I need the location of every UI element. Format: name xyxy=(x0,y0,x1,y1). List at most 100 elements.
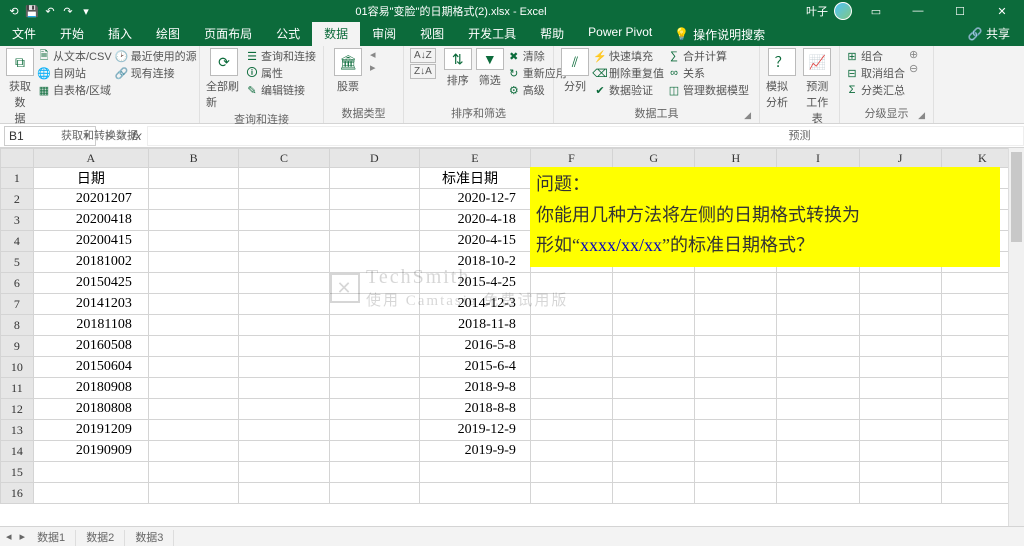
show-detail-icon[interactable]: ⊕ xyxy=(909,48,918,61)
tell-me[interactable]: 💡操作说明搜索 xyxy=(664,22,775,46)
properties[interactable]: 🛈属性 xyxy=(246,65,316,81)
tab-file[interactable]: 文件 xyxy=(0,22,48,46)
whatif-button[interactable]: ？模拟分析 xyxy=(766,48,798,110)
sheet-tab-1[interactable]: 数据2 xyxy=(76,530,125,546)
cell-I10[interactable] xyxy=(777,357,859,378)
cell-E3[interactable]: 2020-4-18 xyxy=(420,210,531,231)
tab-insert[interactable]: 插入 xyxy=(96,22,144,46)
from-text-csv[interactable]: 🗎从文本/CSV xyxy=(38,48,112,64)
cell-B6[interactable] xyxy=(148,273,238,294)
cell-H13[interactable] xyxy=(695,420,777,441)
refresh-all-button[interactable]: ⟳全部刷新 xyxy=(206,48,242,110)
avatar[interactable] xyxy=(834,2,852,20)
cell-I9[interactable] xyxy=(777,336,859,357)
cell-A8[interactable]: 20181108 xyxy=(33,315,148,336)
dialog-launcher-icon[interactable]: ◢ xyxy=(744,110,751,121)
row-header[interactable]: 16 xyxy=(1,483,34,504)
row-header[interactable]: 6 xyxy=(1,273,34,294)
cell-B4[interactable] xyxy=(148,231,238,252)
tab-powerpivot[interactable]: Power Pivot xyxy=(576,22,664,46)
tab-home[interactable]: 开始 xyxy=(48,22,96,46)
cell-A10[interactable]: 20150604 xyxy=(33,357,148,378)
row-header[interactable]: 15 xyxy=(1,462,34,483)
cell-D6[interactable] xyxy=(329,273,419,294)
cell-B3[interactable] xyxy=(148,210,238,231)
select-all-corner[interactable] xyxy=(1,149,34,168)
cell-E15[interactable] xyxy=(420,462,531,483)
cell-A2[interactable]: 20201207 xyxy=(33,189,148,210)
cell-I13[interactable] xyxy=(777,420,859,441)
cell-F11[interactable] xyxy=(530,378,612,399)
col-header-E[interactable]: E xyxy=(420,149,531,168)
cell-H15[interactable] xyxy=(695,462,777,483)
sheet-nav-prev-icon[interactable]: ◂ xyxy=(0,530,18,543)
from-web[interactable]: 🌐自网站 xyxy=(38,65,112,81)
text-to-columns-button[interactable]: ⫽分列 xyxy=(560,48,590,94)
maximize-icon[interactable]: ☐ xyxy=(942,0,978,22)
undo-icon[interactable]: ↶ xyxy=(42,3,58,19)
cell-B1[interactable] xyxy=(148,168,238,189)
sheet-nav-next-icon[interactable]: ▸ xyxy=(18,530,28,543)
flash-fill[interactable]: ⚡快速填充 xyxy=(594,48,664,64)
row-header[interactable]: 5 xyxy=(1,252,34,273)
cell-E9[interactable]: 2016-5-8 xyxy=(420,336,531,357)
cell-J7[interactable] xyxy=(859,294,941,315)
cell-B15[interactable] xyxy=(148,462,238,483)
save-icon[interactable]: 💾 xyxy=(24,3,40,19)
cell-G16[interactable] xyxy=(613,483,695,504)
cell-C1[interactable] xyxy=(239,168,329,189)
consolidate[interactable]: ∑合并计算 xyxy=(668,48,749,64)
cell-D16[interactable] xyxy=(329,483,419,504)
cell-C6[interactable] xyxy=(239,273,329,294)
cell-F7[interactable] xyxy=(530,294,612,315)
cell-D15[interactable] xyxy=(329,462,419,483)
cell-A13[interactable]: 20191209 xyxy=(33,420,148,441)
tab-layout[interactable]: 页面布局 xyxy=(192,22,264,46)
cell-J6[interactable] xyxy=(859,273,941,294)
cell-G10[interactable] xyxy=(613,357,695,378)
cell-D14[interactable] xyxy=(329,441,419,462)
tab-view[interactable]: 视图 xyxy=(408,22,456,46)
cell-G9[interactable] xyxy=(613,336,695,357)
cell-J16[interactable] xyxy=(859,483,941,504)
existing-connections[interactable]: 🔗现有连接 xyxy=(116,65,197,81)
cell-H11[interactable] xyxy=(695,378,777,399)
vertical-scrollbar[interactable] xyxy=(1008,148,1024,526)
cell-E11[interactable]: 2018-9-8 xyxy=(420,378,531,399)
cell-G7[interactable] xyxy=(613,294,695,315)
row-header[interactable]: 11 xyxy=(1,378,34,399)
cell-A12[interactable]: 20180808 xyxy=(33,399,148,420)
cell-E13[interactable]: 2019-12-9 xyxy=(420,420,531,441)
tab-data[interactable]: 数据 xyxy=(312,22,360,46)
cell-D10[interactable] xyxy=(329,357,419,378)
cell-F8[interactable] xyxy=(530,315,612,336)
row-header[interactable]: 14 xyxy=(1,441,34,462)
cell-D7[interactable] xyxy=(329,294,419,315)
cell-B13[interactable] xyxy=(148,420,238,441)
col-header-H[interactable]: H xyxy=(695,149,777,168)
manage-model[interactable]: ◫管理数据模型 xyxy=(668,82,749,98)
get-data-button[interactable]: ⧉获取数 据 xyxy=(6,48,34,126)
share-button[interactable]: 🔗 共享 xyxy=(954,22,1024,46)
cell-I11[interactable] xyxy=(777,378,859,399)
cell-C4[interactable] xyxy=(239,231,329,252)
cell-A6[interactable]: 20150425 xyxy=(33,273,148,294)
cell-A15[interactable] xyxy=(33,462,148,483)
cell-C5[interactable] xyxy=(239,252,329,273)
cell-I8[interactable] xyxy=(777,315,859,336)
cell-J14[interactable] xyxy=(859,441,941,462)
datatype-next-icon[interactable]: ▸ xyxy=(370,61,376,74)
cell-D4[interactable] xyxy=(329,231,419,252)
cell-F14[interactable] xyxy=(530,441,612,462)
cell-B14[interactable] xyxy=(148,441,238,462)
close-icon[interactable]: ✕ xyxy=(984,0,1020,22)
cell-B8[interactable] xyxy=(148,315,238,336)
cell-G15[interactable] xyxy=(613,462,695,483)
cell-B9[interactable] xyxy=(148,336,238,357)
sheet-tab-0[interactable]: 数据1 xyxy=(27,530,76,546)
col-header-B[interactable]: B xyxy=(148,149,238,168)
cell-A3[interactable]: 20200418 xyxy=(33,210,148,231)
cell-D3[interactable] xyxy=(329,210,419,231)
cell-H6[interactable] xyxy=(695,273,777,294)
cell-J10[interactable] xyxy=(859,357,941,378)
